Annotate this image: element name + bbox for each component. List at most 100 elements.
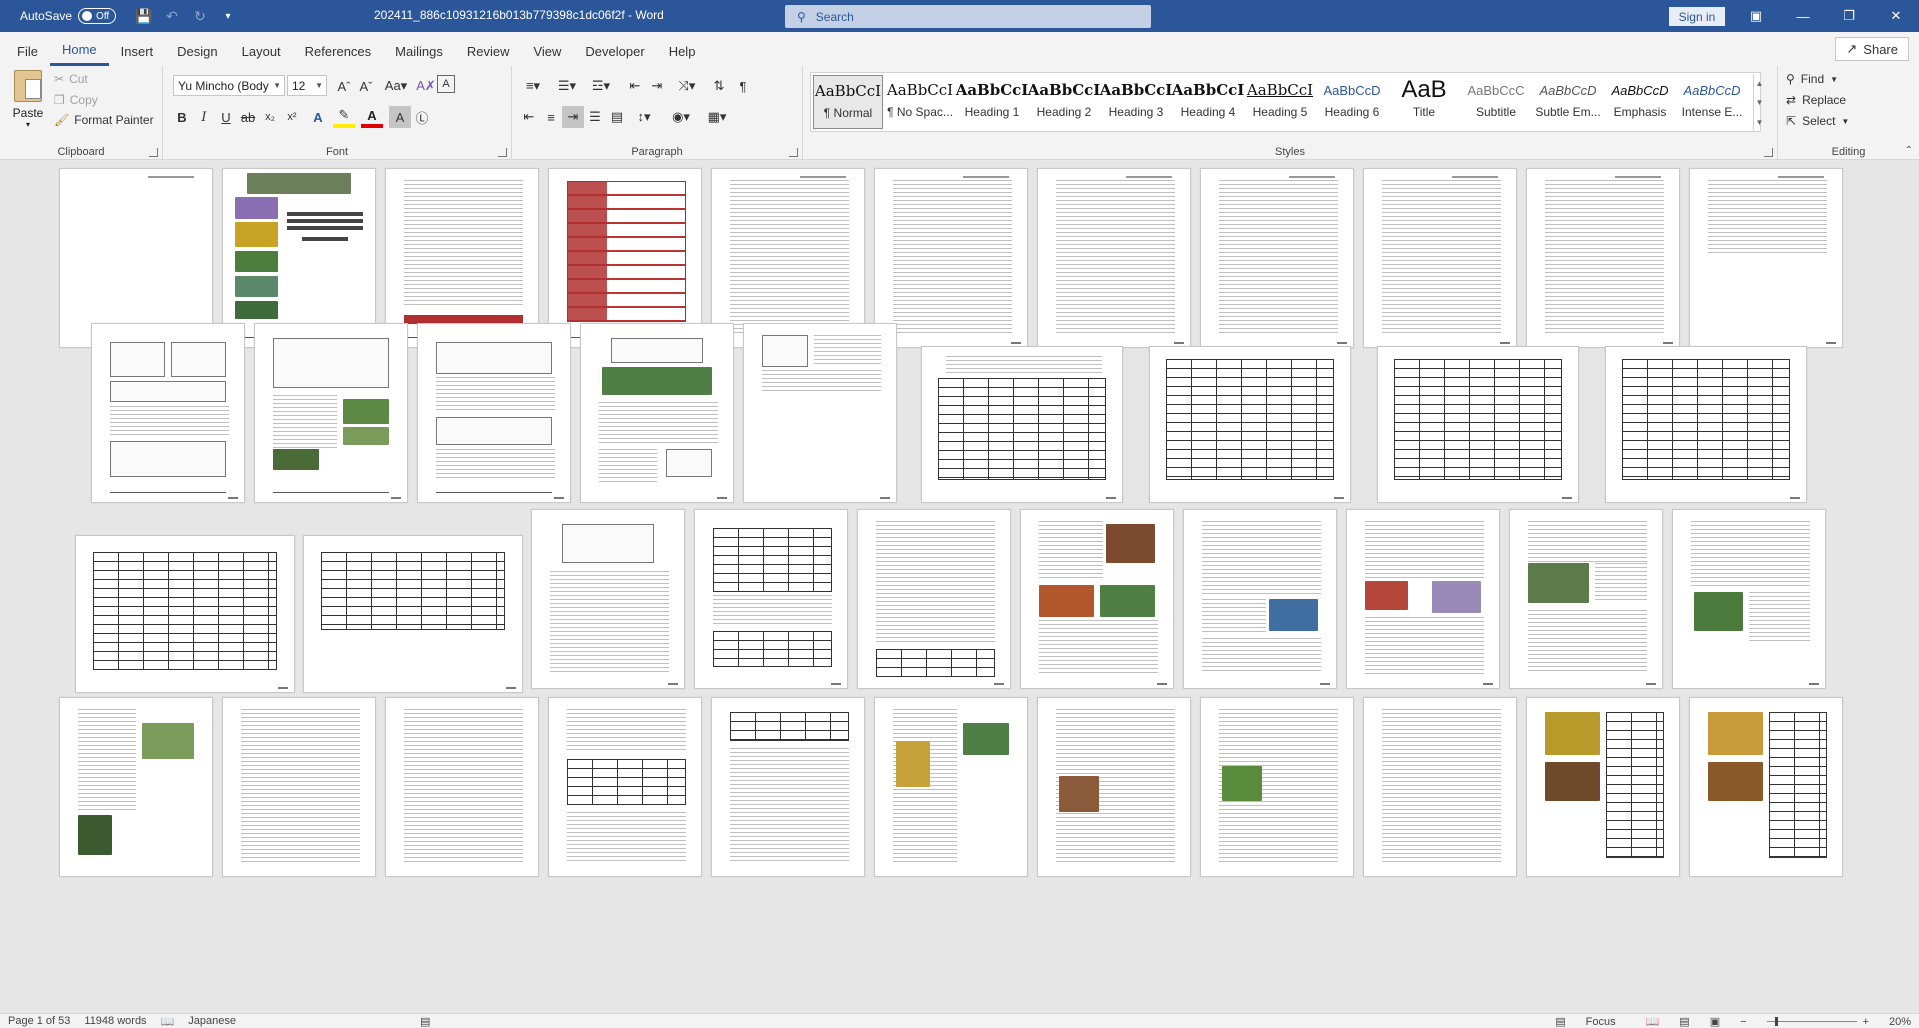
page-thumbnail[interactable] — [1526, 697, 1680, 877]
page-thumbnail[interactable] — [75, 535, 295, 693]
page-thumbnail[interactable] — [1020, 509, 1174, 689]
style-emphasis[interactable]: AaBbCcD Emphasis — [1605, 75, 1675, 129]
cut-button[interactable]: ✂ Cut — [54, 72, 88, 86]
style-heading-2[interactable]: AaBbCcI Heading 2 — [1028, 75, 1101, 129]
page-thumbnail[interactable] — [1526, 168, 1680, 348]
close-icon[interactable]: ✕ — [1873, 0, 1919, 32]
line-spacing-icon[interactable]: ↕▾ — [630, 106, 658, 128]
styles-gallery-scroll[interactable]: ▲ ▼ ▼ — [1753, 74, 1765, 132]
superscript-icon[interactable]: x² — [281, 106, 303, 128]
font-color-icon[interactable]: A — [361, 106, 383, 128]
page-thumbnail[interactable] — [874, 168, 1028, 348]
page-thumbnail[interactable] — [1037, 697, 1191, 877]
page-thumbnail[interactable] — [1200, 697, 1354, 877]
tab-design[interactable]: Design — [165, 36, 229, 66]
page-thumbnail[interactable] — [580, 323, 734, 503]
redo-icon[interactable]: ↻ — [186, 2, 214, 30]
character-border-icon[interactable]: A — [437, 75, 455, 93]
document-canvas[interactable] — [0, 161, 1919, 1013]
bullets-icon[interactable]: ≡▾ — [518, 75, 548, 97]
page-thumbnail[interactable] — [385, 697, 539, 877]
font-name-select[interactable]: Yu Mincho (Body ▼ — [173, 75, 285, 96]
styles-launcher-icon[interactable] — [1764, 148, 1773, 157]
enclose-characters-icon[interactable]: Ⓛ — [411, 106, 433, 128]
subscript-icon[interactable]: x₂ — [259, 106, 281, 128]
minimize-icon[interactable]: — — [1780, 0, 1826, 32]
clear-formatting-icon[interactable]: A✗ — [415, 75, 437, 97]
style-title[interactable]: AaB Title — [1389, 75, 1459, 129]
tab-home[interactable]: Home — [49, 36, 109, 66]
zoom-out-icon[interactable]: − — [1740, 1016, 1746, 1028]
page-thumbnail[interactable] — [1689, 697, 1843, 877]
zoom-slider-thumb[interactable] — [1774, 1017, 1778, 1026]
page-thumbnail[interactable] — [548, 168, 702, 348]
highlight-color-icon[interactable]: ✎ — [333, 106, 355, 128]
page-thumbnail[interactable] — [743, 323, 897, 503]
format-painter-button[interactable]: 🖌 Format Painter — [54, 113, 154, 127]
page-thumbnail[interactable] — [1672, 509, 1826, 689]
page-thumbnail[interactable] — [1363, 168, 1517, 348]
page-thumbnail[interactable] — [222, 168, 376, 348]
tab-layout[interactable]: Layout — [230, 36, 293, 66]
page-thumbnail[interactable] — [91, 323, 245, 503]
text-effects-icon[interactable]: A — [307, 106, 329, 128]
page-thumbnail[interactable] — [303, 535, 523, 693]
language[interactable]: Japanese — [188, 1015, 236, 1027]
page-thumbnail[interactable] — [1200, 168, 1354, 348]
tab-insert[interactable]: Insert — [109, 36, 166, 66]
font-size-select[interactable]: 12 ▼ — [287, 75, 327, 96]
zoom-in-icon[interactable]: + — [1863, 1016, 1869, 1028]
page-thumbnail[interactable] — [1689, 168, 1843, 348]
page-thumbnail[interactable] — [857, 509, 1011, 689]
signin-button[interactable]: Sign in — [1669, 7, 1725, 26]
asian-layout-icon[interactable]: ⤨▾ — [672, 75, 702, 97]
chevron-up-icon[interactable]: ▲ — [1756, 79, 1764, 88]
restore-icon[interactable]: ❐ — [1826, 0, 1872, 32]
style-heading-6[interactable]: AaBbCcD Heading 6 — [1317, 75, 1387, 129]
autosave-toggle[interactable]: Off — [78, 8, 117, 24]
sort-icon[interactable]: ⇅ — [708, 75, 730, 97]
style-no-spacing[interactable]: AaBbCcI ¶ No Spac... — [885, 75, 955, 129]
print-layout-icon[interactable]: ▤ — [1679, 1015, 1689, 1028]
tab-help[interactable]: Help — [657, 36, 708, 66]
search-box[interactable]: ⚲ Search — [785, 5, 1151, 28]
zoom-level[interactable]: 20% — [1889, 1016, 1911, 1028]
proofing-icon[interactable]: 📖 — [161, 1015, 175, 1028]
page-thumbnail[interactable] — [59, 168, 213, 348]
style-heading-5[interactable]: AaBbCcI Heading 5 — [1245, 75, 1315, 129]
copy-button[interactable]: ❐ Copy — [54, 93, 98, 107]
page-thumbnail[interactable] — [417, 323, 571, 503]
paragraph-launcher-icon[interactable] — [789, 148, 798, 157]
page-thumbnail[interactable] — [531, 509, 685, 689]
find-button[interactable]: ⚲ Find ▼ — [1786, 72, 1838, 86]
page-thumbnail[interactable] — [1037, 168, 1191, 348]
page-thumbnail[interactable] — [1183, 509, 1337, 689]
share-button[interactable]: ↗ Share — [1835, 37, 1909, 61]
tab-mailings[interactable]: Mailings — [383, 36, 455, 66]
page-thumbnail[interactable] — [694, 509, 848, 689]
shrink-font-icon[interactable]: Aˇ — [355, 75, 377, 97]
tab-references[interactable]: References — [293, 36, 383, 66]
page-thumbnail[interactable] — [1509, 509, 1663, 689]
page-thumbnail[interactable] — [921, 346, 1123, 503]
show-marks-icon[interactable]: ¶ — [732, 75, 754, 97]
italic-icon[interactable]: I — [193, 106, 215, 128]
customize-toolbar-icon[interactable]: ▾ — [214, 2, 242, 30]
font-launcher-icon[interactable] — [498, 148, 507, 157]
numbering-icon[interactable]: ☰▾ — [552, 75, 582, 97]
shading-icon[interactable]: ◉▾ — [666, 106, 696, 128]
style-normal[interactable]: AaBbCcI ¶ Normal — [813, 75, 883, 129]
ribbon-display-options-icon[interactable]: ▣ — [1733, 0, 1779, 32]
page-thumbnail[interactable] — [1363, 697, 1517, 877]
page-thumbnail[interactable] — [59, 697, 213, 877]
style-heading-1[interactable]: AaBbCcI Heading 1 — [956, 75, 1029, 129]
page-thumbnail[interactable] — [711, 168, 865, 348]
style-subtle-emphasis[interactable]: AaBbCcD Subtle Em... — [1533, 75, 1603, 129]
character-shading-icon[interactable]: A — [389, 106, 411, 128]
collapse-ribbon-icon[interactable]: ⌃ — [1905, 145, 1913, 156]
accessibility-icon[interactable]: ▤ — [420, 1015, 430, 1028]
tab-file[interactable]: File — [5, 36, 50, 66]
page-thumbnail[interactable] — [222, 697, 376, 877]
page-thumbnail[interactable] — [1377, 346, 1579, 503]
align-right-icon[interactable]: ⇥ — [562, 106, 584, 128]
